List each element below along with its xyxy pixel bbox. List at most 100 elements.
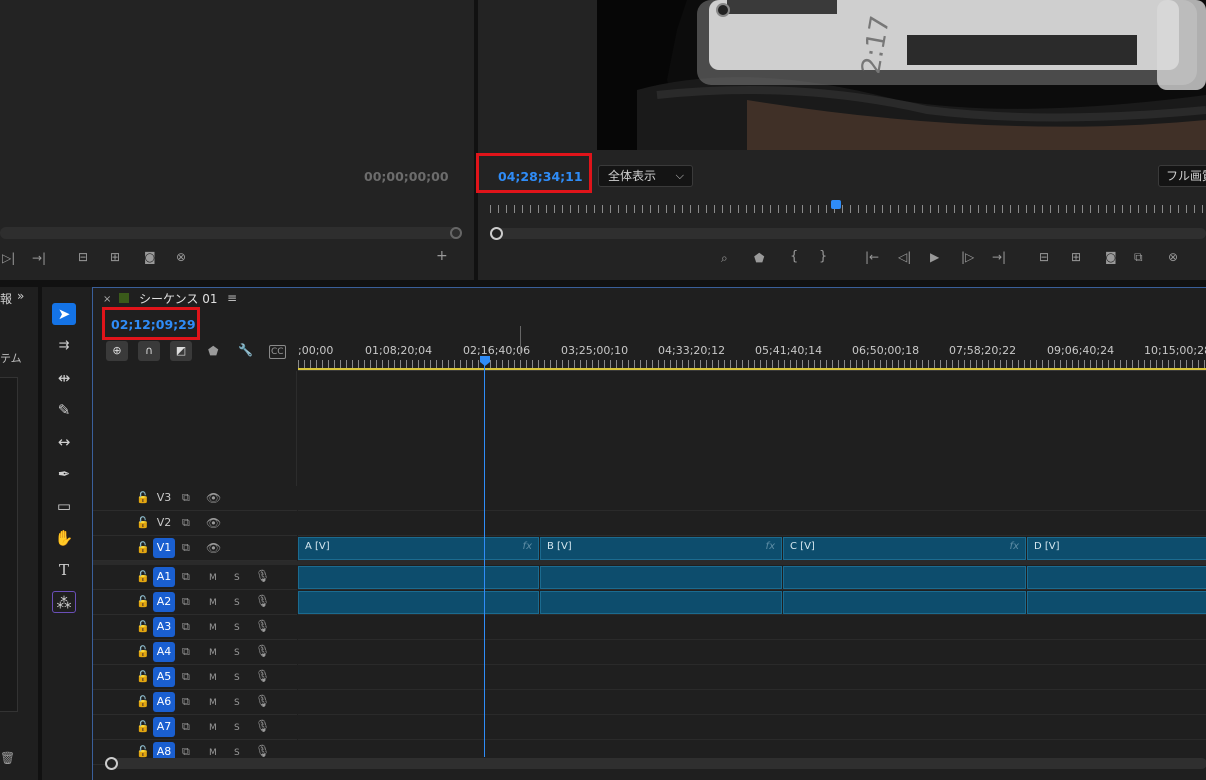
timeline-timecode[interactable]: 02;12;09;29 xyxy=(111,317,196,332)
video-audio-separator[interactable] xyxy=(93,561,1206,565)
track-target-a2[interactable]: A2 xyxy=(153,592,175,612)
sync-lock-icon[interactable]: ⧉ xyxy=(182,646,190,658)
magnify-icon[interactable]: ⌕ xyxy=(721,252,728,264)
microphone-icon[interactable]: 🎙 xyxy=(255,745,270,757)
lock-icon[interactable]: 🔓 xyxy=(136,621,150,633)
solo-button[interactable]: S xyxy=(234,697,240,709)
track-target-a4[interactable]: A4 xyxy=(153,642,175,662)
track-target-v1[interactable]: V1 xyxy=(153,538,175,558)
lock-icon[interactable]: 🔓 xyxy=(136,542,150,554)
video-clip[interactable]: D [V] xyxy=(1027,537,1206,560)
source-scrollbar[interactable] xyxy=(0,227,462,239)
sync-lock-icon[interactable]: ⧉ xyxy=(182,746,190,758)
project-list[interactable] xyxy=(0,377,18,712)
razor-tool[interactable]: ✎ xyxy=(52,399,76,421)
lock-icon[interactable]: 🔓 xyxy=(136,671,150,683)
audio-clip[interactable] xyxy=(783,591,1026,614)
mark-out-icon[interactable]: } xyxy=(819,250,827,263)
solo-button[interactable]: S xyxy=(234,572,240,584)
add-button-icon[interactable]: + xyxy=(436,249,448,263)
track-row-a6[interactable] xyxy=(298,690,1206,715)
sync-lock-icon[interactable]: ⧉ xyxy=(182,517,190,529)
insert-icon[interactable]: ⊟ xyxy=(78,251,88,263)
add-marker-icon[interactable]: ⬟ xyxy=(208,345,218,357)
sync-lock-icon[interactable]: ⧉ xyxy=(182,571,190,583)
microphone-icon[interactable]: 🎙 xyxy=(255,645,270,657)
sync-lock-icon[interactable]: ⧉ xyxy=(182,696,190,708)
track-target-v3[interactable]: V3 xyxy=(153,488,175,508)
lock-icon[interactable]: 🔓 xyxy=(136,517,150,529)
type-tool[interactable]: T xyxy=(52,559,76,581)
go-to-out-icon[interactable]: →| xyxy=(992,251,1006,263)
eye-icon[interactable]: 👁 xyxy=(206,542,221,554)
trash-icon[interactable]: 🗑 xyxy=(0,751,15,765)
track-row-a7[interactable] xyxy=(298,715,1206,740)
program-timecode[interactable]: 04;28;34;11 xyxy=(498,169,583,184)
button-editor-icon[interactable]: ⊗ xyxy=(1168,251,1178,263)
close-icon[interactable]: × xyxy=(103,294,111,305)
track-row-v2[interactable] xyxy=(298,511,1206,536)
mute-button[interactable]: M xyxy=(209,722,217,734)
panel-menu-icon[interactable]: ≡ xyxy=(227,291,237,305)
play-icon[interactable]: ▶ xyxy=(930,251,939,263)
eye-icon[interactable]: 👁 xyxy=(206,492,221,504)
video-clip[interactable]: A [V] fx xyxy=(298,537,539,560)
sync-lock-icon[interactable]: ⧉ xyxy=(182,492,190,504)
audio-clip[interactable] xyxy=(298,566,539,589)
go-to-in-icon[interactable]: |← xyxy=(865,251,879,263)
lock-icon[interactable]: 🔓 xyxy=(136,721,150,733)
track-target-a3[interactable]: A3 xyxy=(153,617,175,637)
slip-tool[interactable]: ↔ xyxy=(52,431,76,453)
sync-lock-icon[interactable]: ⧉ xyxy=(182,596,190,608)
step-forward-icon[interactable]: |▷ xyxy=(961,251,974,263)
timeline-scroll-handle[interactable] xyxy=(105,757,118,770)
program-time-ruler[interactable] xyxy=(490,205,1206,213)
snap-icon[interactable]: ∩ xyxy=(138,341,160,361)
sync-lock-icon[interactable]: ⧉ xyxy=(182,621,190,633)
audio-clip[interactable] xyxy=(1027,591,1206,614)
source-scroll-handle[interactable] xyxy=(450,227,462,239)
lock-icon[interactable]: 🔓 xyxy=(136,646,150,658)
track-target-a5[interactable]: A5 xyxy=(153,667,175,687)
sync-lock-icon[interactable]: ⧉ xyxy=(182,542,190,554)
audio-clip[interactable] xyxy=(298,591,539,614)
extract-icon[interactable]: ⊞ xyxy=(1071,251,1081,263)
comparison-view-icon[interactable]: ⧉ xyxy=(1134,251,1143,263)
mark-in-icon[interactable]: { xyxy=(790,250,798,263)
camera-icon[interactable]: ◙ xyxy=(144,251,156,263)
microphone-icon[interactable]: 🎙 xyxy=(255,570,270,582)
source-timecode[interactable]: 00;00;00;00 xyxy=(364,169,449,184)
remix-tool[interactable]: ⁂ xyxy=(52,591,76,613)
eye-icon[interactable]: 👁 xyxy=(206,517,221,529)
microphone-icon[interactable]: 🎙 xyxy=(255,720,270,732)
microphone-icon[interactable]: 🎙 xyxy=(255,595,270,607)
mute-button[interactable]: M xyxy=(209,597,217,609)
mute-button[interactable]: M xyxy=(209,672,217,684)
solo-button[interactable]: S xyxy=(234,672,240,684)
sync-lock-icon[interactable]: ⧉ xyxy=(182,671,190,683)
rectangle-tool[interactable]: ▭ xyxy=(52,495,76,517)
zoom-select[interactable]: 全体表示 ⌵ xyxy=(598,165,693,187)
solo-button[interactable]: S xyxy=(234,647,240,659)
microphone-icon[interactable]: 🎙 xyxy=(255,695,270,707)
video-clip[interactable]: B [V] fx xyxy=(540,537,782,560)
microphone-icon[interactable]: 🎙 xyxy=(255,620,270,632)
program-scrollbar[interactable] xyxy=(490,228,1206,239)
camera-icon[interactable]: ◙ xyxy=(1105,251,1117,263)
track-row-a3[interactable] xyxy=(298,615,1206,640)
panel-divider-horizontal[interactable] xyxy=(0,280,1206,287)
add-marker-icon[interactable]: ⬟ xyxy=(754,252,764,264)
panel-overflow-icon[interactable]: » xyxy=(17,289,24,303)
lock-icon[interactable]: 🔓 xyxy=(136,746,150,758)
mute-button[interactable]: M xyxy=(209,572,217,584)
timeline-scrollbar[interactable] xyxy=(105,758,1206,769)
step-back-icon[interactable]: ◁| xyxy=(898,251,911,263)
captions-icon[interactable]: CC xyxy=(269,345,286,359)
mute-button[interactable]: M xyxy=(209,647,217,659)
selection-tool[interactable]: ➤ xyxy=(52,303,76,325)
lock-icon[interactable]: 🔓 xyxy=(136,492,150,504)
pen-tool[interactable]: ✒ xyxy=(52,463,76,485)
mute-button[interactable]: M xyxy=(209,622,217,634)
sync-lock-icon[interactable]: ⧉ xyxy=(182,721,190,733)
resolution-select[interactable]: フル画質 xyxy=(1158,165,1206,187)
